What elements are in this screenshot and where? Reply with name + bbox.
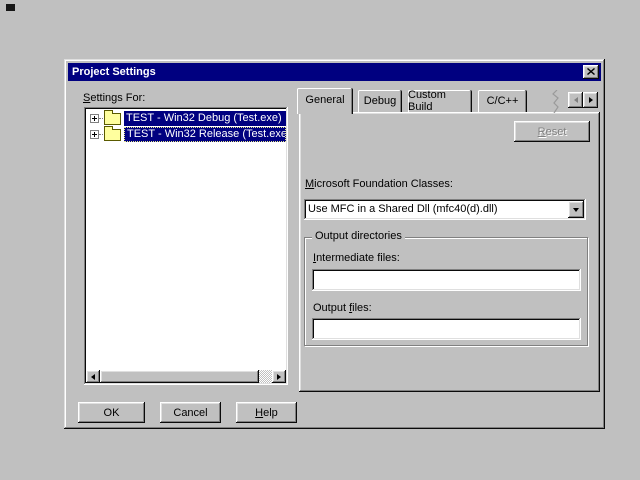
project-settings-dialog: Project Settings Settings For: TEST - Wi… xyxy=(64,59,605,429)
arrow-left-icon xyxy=(91,374,95,380)
ok-button[interactable]: OK xyxy=(78,402,145,423)
tree-item[interactable]: TEST - Win32 Release (Test.exe xyxy=(86,126,286,142)
tab-scroll-spinner xyxy=(568,92,598,108)
window-title: Project Settings xyxy=(72,66,156,78)
settings-for-label: Settings For: xyxy=(83,92,145,104)
tab-custom-build[interactable]: Custom Build xyxy=(408,90,472,112)
tree-connector xyxy=(99,118,103,119)
mfc-dropdown-value: Use MFC in a Shared Dll (mfc40(d).dll) xyxy=(308,203,564,215)
tab-scroll-right-button[interactable] xyxy=(583,92,598,108)
cancel-button[interactable]: Cancel xyxy=(160,402,221,423)
general-tab-panel: Reset Microsoft Foundation Classes: Use … xyxy=(299,112,600,392)
scroll-left-button[interactable] xyxy=(86,370,100,383)
output-files-label: Output files: xyxy=(313,302,372,314)
mfc-label: Microsoft Foundation Classes: xyxy=(305,178,453,190)
scrollbar-track[interactable] xyxy=(259,370,272,383)
tab-debug[interactable]: Debug xyxy=(358,90,402,112)
horizontal-scrollbar[interactable] xyxy=(86,370,286,383)
reset-button-label: Reset xyxy=(538,126,567,138)
arrow-right-icon xyxy=(277,374,281,380)
tree-item[interactable]: TEST - Win32 Debug (Test.exe) xyxy=(86,110,286,126)
clipped-tab-edge-icon xyxy=(551,90,561,116)
tree-item-label[interactable]: TEST - Win32 Release (Test.exe xyxy=(124,127,286,142)
dropdown-button[interactable] xyxy=(568,201,584,218)
tree-item-label[interactable]: TEST - Win32 Debug (Test.exe) xyxy=(124,111,286,126)
chevron-down-icon xyxy=(573,208,579,212)
expand-plus-icon[interactable] xyxy=(90,130,99,139)
reset-button: Reset xyxy=(514,121,590,142)
close-button[interactable] xyxy=(583,65,599,79)
folder-icon xyxy=(104,129,121,141)
mfc-dropdown[interactable]: Use MFC in a Shared Dll (mfc40(d).dll) xyxy=(304,199,586,220)
tab-c-cpp[interactable]: C/C++ xyxy=(478,90,527,112)
title-bar[interactable]: Project Settings xyxy=(68,63,601,81)
scroll-right-button[interactable] xyxy=(272,370,286,383)
output-files-input[interactable] xyxy=(312,318,581,340)
folder-icon xyxy=(104,113,121,125)
arrow-right-icon xyxy=(589,97,593,103)
intermediate-files-input[interactable] xyxy=(312,269,581,291)
settings-tree[interactable]: TEST - Win32 Debug (Test.exe) TEST - Win… xyxy=(84,107,288,385)
close-icon xyxy=(587,66,595,78)
tab-general[interactable]: General xyxy=(297,88,353,114)
scrollbar-thumb[interactable] xyxy=(100,370,259,383)
arrow-left-icon xyxy=(574,97,578,103)
output-directories-group: Output directories Intermediate files: O… xyxy=(304,230,588,346)
tree-rows: TEST - Win32 Debug (Test.exe) TEST - Win… xyxy=(86,110,286,142)
expand-plus-icon[interactable] xyxy=(90,114,99,123)
screen-artifact xyxy=(6,4,15,11)
help-button-label: Help xyxy=(255,407,278,419)
intermediate-files-label: Intermediate files: xyxy=(313,252,400,264)
group-label: Output directories xyxy=(312,230,405,242)
tree-connector xyxy=(99,134,103,135)
help-button[interactable]: Help xyxy=(236,402,297,423)
tab-scroll-left-button[interactable] xyxy=(568,92,583,108)
